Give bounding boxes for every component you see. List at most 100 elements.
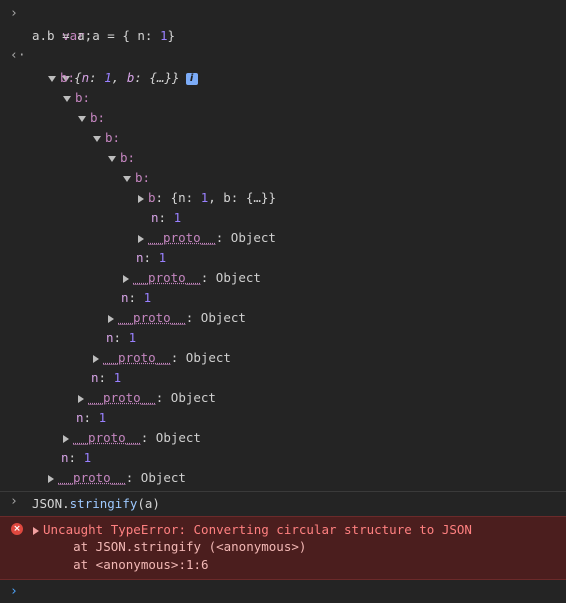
colon: : — [128, 290, 144, 305]
tree-proto[interactable]: __proto__: Object — [123, 268, 261, 288]
input-line-2[interactable]: a.b = a; — [32, 26, 92, 46]
colon: : — [125, 470, 141, 485]
preview-value-n: 1 — [104, 70, 112, 85]
colon: : — [140, 430, 156, 445]
proto-value: Object — [170, 390, 216, 405]
expand-arrow-down-icon[interactable] — [63, 95, 71, 102]
error-icon: × — [11, 523, 23, 535]
code-text: } — [167, 28, 176, 43]
property-key-b: b: — [75, 90, 91, 105]
proto-key: __proto__ — [118, 310, 186, 325]
colon: : — [200, 270, 216, 285]
tree-node-b-2[interactable]: b: — [63, 88, 90, 108]
proto-value: Object — [215, 270, 261, 285]
expand-arrow-right-icon[interactable] — [138, 234, 144, 243]
preview-text: , b: {…}} — [208, 190, 276, 205]
tree-proto[interactable]: __proto__: Object — [63, 428, 201, 448]
property-key-b: b: — [135, 170, 151, 185]
colon: : — [143, 250, 159, 265]
property-key-n: n — [151, 210, 159, 225]
info-icon[interactable]: i — [185, 72, 198, 85]
error-stack-line: at JSON.stringify (<anonymous>) — [43, 539, 307, 554]
tree-proto[interactable]: __proto__: Object — [78, 388, 216, 408]
tree-node-b-6[interactable]: b: — [123, 168, 150, 188]
proto-value: Object — [185, 350, 231, 365]
tree-property-n: n: 1 — [91, 368, 121, 388]
colon: : — [113, 330, 129, 345]
proto-key: __proto__ — [88, 390, 156, 405]
proto-key: __proto__ — [148, 230, 216, 245]
proto-key: __proto__ — [73, 430, 141, 445]
expand-arrow-down-icon[interactable] — [78, 115, 86, 122]
tree-proto[interactable]: __proto__: Object — [138, 228, 276, 248]
brace: } — [172, 70, 180, 85]
property-value-n: 1 — [83, 450, 92, 465]
property-key-n: n — [121, 290, 129, 305]
tree-node-b-1[interactable]: b: — [48, 68, 75, 88]
property-key-b: b: — [90, 110, 106, 125]
error-message[interactable]: Uncaught TypeError: Converting circular … — [33, 520, 472, 540]
expand-arrow-down-icon[interactable] — [123, 175, 131, 182]
code-args: (a) — [137, 496, 160, 511]
code-object: JSON. — [32, 496, 70, 511]
property-key-n: n — [76, 410, 84, 425]
input-line-stringify[interactable]: JSON.stringify(a) — [32, 494, 160, 514]
separator: , — [111, 70, 127, 85]
property-key-b: b: — [120, 150, 136, 165]
property-key-n: n — [106, 330, 114, 345]
tree-property-n: n: 1 — [151, 208, 181, 228]
property-key-b: b — [148, 190, 156, 205]
brace: { — [74, 70, 82, 85]
colon: : — [68, 450, 84, 465]
tree-proto[interactable]: __proto__: Object — [93, 348, 231, 368]
colon: : — [134, 70, 150, 85]
property-value-n: 1 — [98, 410, 107, 425]
preview-text: {n: — [170, 190, 201, 205]
property-value-n: 1 — [143, 290, 152, 305]
expand-arrow-right-icon[interactable] — [48, 474, 54, 483]
tree-proto[interactable]: __proto__: Object — [108, 308, 246, 328]
devtools-console: › var a = { n: 1} a.b = a; ‹· {n: 1, b: … — [0, 0, 566, 603]
expand-arrow-right-icon[interactable] — [63, 434, 69, 443]
expand-arrow-down-icon[interactable] — [108, 155, 116, 162]
result-object-preview[interactable]: {n: 1, b: {…}} i — [32, 48, 198, 85]
expand-arrow-right-icon[interactable] — [123, 274, 129, 283]
tree-property-n: n: 1 — [76, 408, 106, 428]
input-line-1[interactable]: var a = { n: 1} — [32, 6, 175, 43]
expand-arrow-right-icon[interactable] — [93, 354, 99, 363]
tree-node-b-3[interactable]: b: — [78, 108, 105, 128]
error-stack-line: at <anonymous>:1:6 — [43, 557, 209, 572]
property-value-n: 1 — [113, 370, 122, 385]
tree-property-n: n: 1 — [136, 248, 166, 268]
colon: : — [158, 210, 174, 225]
proto-key: __proto__ — [103, 350, 171, 365]
tree-node-b-5[interactable]: b: — [108, 148, 135, 168]
expand-arrow-right-icon[interactable] — [108, 314, 114, 323]
entry-divider — [0, 491, 566, 492]
active-input-prompt-icon[interactable]: › — [10, 582, 18, 602]
expand-arrow-right-icon[interactable] — [33, 526, 39, 535]
input-prompt-icon: › — [10, 6, 18, 21]
colon: : — [170, 350, 186, 365]
proto-value: Object — [155, 430, 201, 445]
expand-arrow-down-icon[interactable] — [93, 135, 101, 142]
proto-value: Object — [140, 470, 186, 485]
preview-value-b: {…} — [149, 70, 172, 85]
property-key-b: b: — [60, 70, 76, 85]
tree-proto[interactable]: __proto__: Object — [48, 468, 186, 488]
expand-arrow-right-icon[interactable] — [138, 194, 144, 203]
tree-node-b-4[interactable]: b: — [93, 128, 120, 148]
colon: : — [89, 70, 105, 85]
code-text: a = { n: — [84, 28, 160, 43]
property-value-n: 1 — [173, 210, 182, 225]
property-value-n: 1 — [158, 250, 167, 265]
property-key-n: n — [91, 370, 99, 385]
tree-node-b-collapsed[interactable]: b: {n: 1, b: {…}} — [138, 188, 276, 208]
colon: : — [155, 190, 171, 205]
code-function: stringify — [69, 496, 138, 511]
expand-arrow-right-icon[interactable] — [78, 394, 84, 403]
expand-arrow-down-icon[interactable] — [48, 75, 56, 82]
property-value-n: 1 — [128, 330, 137, 345]
output-prompt-icon: ‹· — [10, 48, 26, 63]
input-prompt-icon: › — [10, 494, 18, 509]
